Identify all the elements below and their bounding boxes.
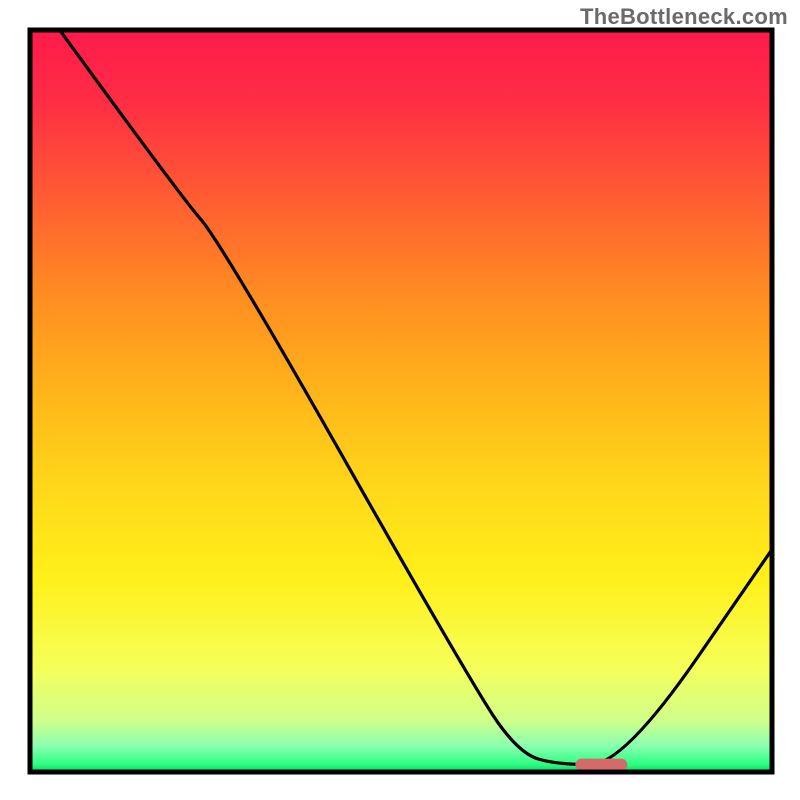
bottleneck-chart <box>0 0 800 800</box>
chart-container: TheBottleneck.com <box>0 0 800 800</box>
optimal-marker <box>575 759 627 771</box>
